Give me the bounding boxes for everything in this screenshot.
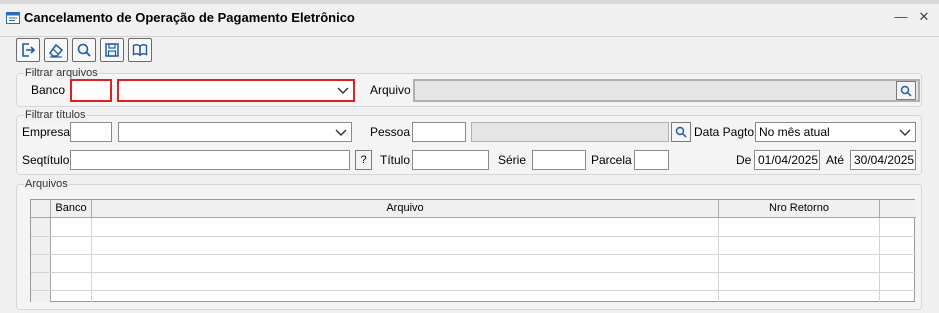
de-date-input[interactable]: 01/04/2025 bbox=[754, 150, 820, 170]
clear-button[interactable] bbox=[44, 38, 68, 62]
pessoa-code-input[interactable] bbox=[412, 122, 466, 142]
table-row[interactable] bbox=[31, 272, 916, 273]
banco-select[interactable] bbox=[117, 79, 355, 102]
filtrar-arquivos-legend: Filtrar arquivos bbox=[24, 67, 99, 79]
close-button[interactable]: ✕ bbox=[916, 8, 932, 26]
help-button[interactable] bbox=[128, 38, 152, 62]
search-icon bbox=[675, 126, 687, 138]
seqtitulo-input[interactable] bbox=[70, 150, 350, 170]
minimize-button[interactable]: — bbox=[893, 8, 909, 26]
search-icon bbox=[77, 43, 91, 57]
arquivos-legend: Arquivos bbox=[24, 178, 69, 190]
de-label: De bbox=[736, 153, 752, 167]
data-pagto-value: No mês atual bbox=[759, 125, 830, 139]
chevron-down-icon bbox=[899, 129, 911, 136]
pessoa-name-input[interactable] bbox=[471, 122, 669, 142]
data-pagto-select[interactable]: No mês atual bbox=[755, 122, 916, 142]
exit-icon bbox=[22, 43, 36, 57]
table-row[interactable] bbox=[31, 290, 916, 291]
column-header-filler bbox=[880, 200, 916, 218]
save-button[interactable] bbox=[100, 38, 124, 62]
seqtitulo-label: Seqtítulo bbox=[22, 153, 70, 167]
search-icon bbox=[900, 85, 912, 97]
data-pagto-label: Data Pagto. bbox=[694, 125, 758, 139]
save-icon bbox=[105, 43, 119, 57]
search-button[interactable] bbox=[72, 38, 96, 62]
column-header-nro-retorno[interactable]: Nro Retorno bbox=[719, 200, 880, 218]
ate-label: Até bbox=[826, 153, 845, 167]
empresa-code-input[interactable] bbox=[70, 122, 112, 142]
filtrar-titulos-legend: Filtrar títulos bbox=[24, 109, 87, 121]
empresa-label: Empresa bbox=[22, 125, 71, 139]
book-icon bbox=[132, 44, 148, 57]
serie-label: Série bbox=[498, 153, 527, 167]
arquivos-table[interactable]: Banco Arquivo Nro Retorno bbox=[30, 199, 916, 302]
arquivo-input[interactable] bbox=[413, 79, 920, 102]
seqtitulo-help-button[interactable]: ? bbox=[355, 150, 372, 170]
banco-label: Banco bbox=[31, 83, 66, 97]
chevron-down-icon bbox=[337, 87, 349, 94]
pessoa-label: Pessoa bbox=[370, 125, 411, 139]
ate-date-input[interactable]: 30/04/2025 bbox=[850, 150, 916, 170]
table-row[interactable] bbox=[31, 254, 916, 255]
column-header-arquivo[interactable]: Arquivo bbox=[92, 200, 719, 218]
table-row[interactable] bbox=[31, 236, 916, 237]
row-selector-header bbox=[31, 200, 51, 218]
arquivo-label: Arquivo bbox=[370, 83, 411, 97]
parcela-label: Parcela bbox=[591, 153, 632, 167]
serie-input[interactable] bbox=[532, 150, 586, 170]
pessoa-search-button[interactable] bbox=[671, 122, 691, 142]
window-title: Cancelamento de Operação de Pagamento El… bbox=[24, 10, 355, 25]
eraser-icon bbox=[49, 43, 64, 58]
window-icon bbox=[6, 12, 20, 24]
empresa-select[interactable] bbox=[118, 122, 352, 142]
titulo-label: Título bbox=[380, 153, 411, 167]
column-header-banco[interactable]: Banco bbox=[51, 200, 92, 218]
banco-code-input[interactable] bbox=[70, 79, 112, 102]
parcela-input[interactable] bbox=[634, 150, 669, 170]
chevron-down-icon bbox=[335, 129, 347, 136]
exit-button[interactable] bbox=[16, 38, 40, 62]
arquivo-search-button[interactable] bbox=[896, 81, 916, 100]
titulo-input[interactable] bbox=[412, 150, 489, 170]
